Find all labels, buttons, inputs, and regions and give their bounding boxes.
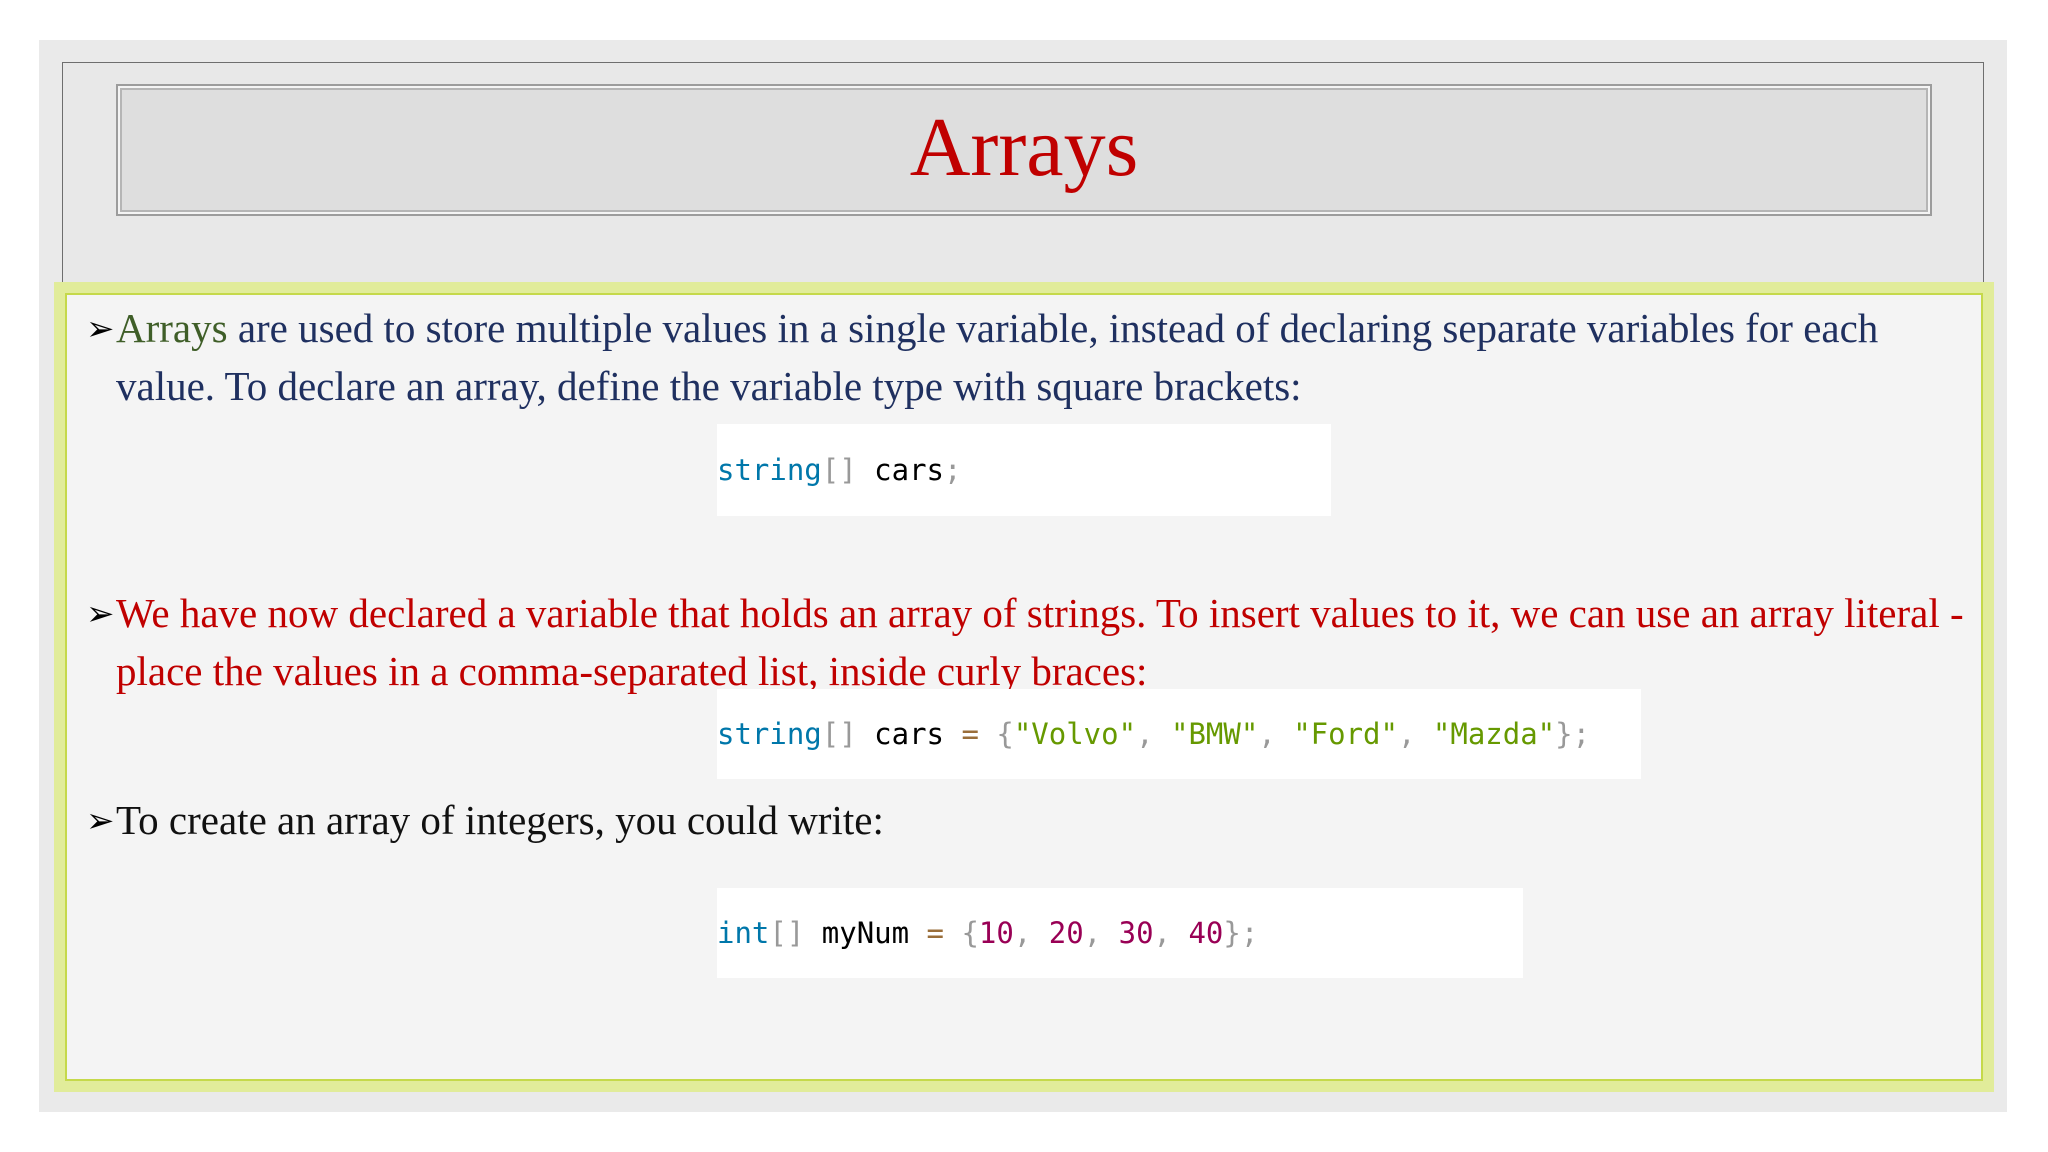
code-brackets: []: [769, 916, 805, 950]
bullet-paragraph-integers: ➢To create an array of integers, you cou…: [86, 792, 1986, 850]
code-comma: ,: [1013, 916, 1049, 950]
code-close-brace: };: [1555, 717, 1591, 751]
code-comma: ,: [1153, 916, 1189, 950]
code-string: "Ford": [1293, 717, 1398, 751]
code-block-string-literal: string[] cars = {"Volvo", "BMW", "Ford",…: [717, 689, 1641, 779]
code-type: string: [717, 717, 822, 751]
code-brackets: []: [821, 453, 857, 487]
paragraph-text: We have now declared a variable that hol…: [116, 590, 1964, 694]
code-number: 40: [1188, 916, 1224, 950]
code-identifier: cars: [856, 717, 962, 751]
code-comma: ,: [1083, 916, 1119, 950]
code-operator: =: [961, 717, 979, 751]
code-string: "Mazda": [1432, 717, 1556, 751]
arrow-bullet-icon: ➢: [86, 596, 115, 633]
code-open-brace: {: [944, 916, 979, 950]
code-number: 10: [978, 916, 1014, 950]
code-block-declare: string[] cars;: [717, 424, 1331, 516]
code-line: int[] myNum = {10, 20, 30, 40};: [717, 913, 1258, 953]
paragraph-text: are used to store multiple values in a s…: [116, 305, 1879, 409]
code-type: int: [717, 916, 770, 950]
code-string: "BMW": [1170, 717, 1259, 751]
code-open-brace: {: [978, 717, 1014, 751]
paragraph-text: To create an array of integers, you coul…: [116, 797, 884, 843]
code-comma: ,: [1136, 717, 1171, 751]
code-line: string[] cars = {"Volvo", "BMW", "Ford",…: [717, 714, 1590, 754]
code-block-int-literal: int[] myNum = {10, 20, 30, 40};: [717, 888, 1523, 978]
code-operator: =: [926, 916, 944, 950]
code-line: string[] cars;: [717, 450, 961, 490]
slide-title: Arrays: [909, 101, 1139, 194]
arrow-bullet-icon: ➢: [86, 311, 115, 348]
arrow-bullet-icon: ➢: [86, 803, 115, 840]
code-number: 30: [1118, 916, 1154, 950]
code-number: 20: [1048, 916, 1084, 950]
code-identifier: myNum: [804, 916, 927, 950]
code-identifier: cars: [856, 453, 944, 487]
code-semicolon: ;: [944, 453, 962, 487]
code-type: string: [717, 453, 822, 487]
slide-canvas: Arrays ➢Arrays are used to store multipl…: [0, 0, 2048, 1152]
code-comma: ,: [1258, 717, 1294, 751]
bullet-paragraph-arrays-intro: ➢Arrays are used to store multiple value…: [86, 300, 1986, 415]
arrays-keyword: Arrays: [116, 305, 228, 351]
code-brackets: []: [821, 717, 857, 751]
code-close-brace: };: [1223, 916, 1259, 950]
code-string: "Volvo": [1013, 717, 1137, 751]
code-comma: ,: [1397, 717, 1433, 751]
bullet-paragraph-array-literal: ➢We have now declared a variable that ho…: [86, 585, 1986, 700]
